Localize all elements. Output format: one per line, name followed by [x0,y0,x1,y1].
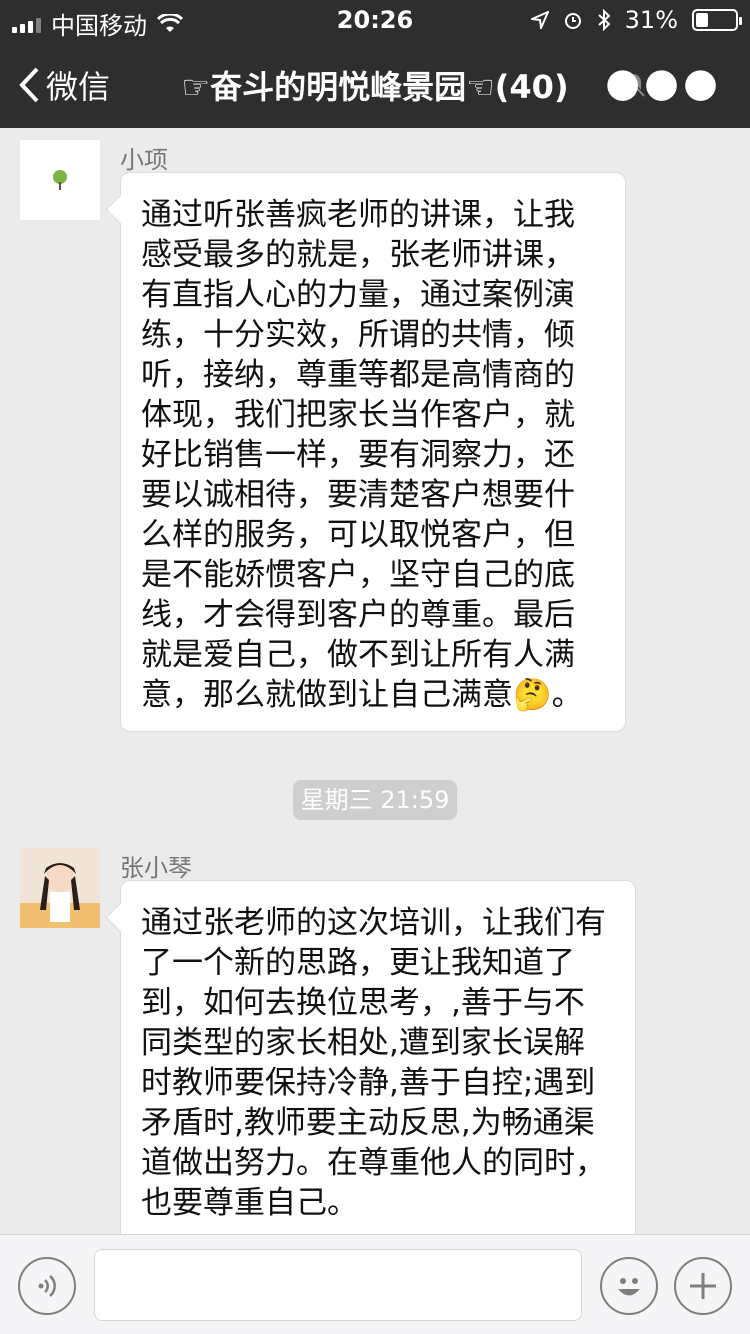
smiley-icon [618,1278,640,1296]
tree-icon [53,170,67,190]
message-input[interactable] [94,1249,582,1321]
battery-icon [692,9,742,31]
alarm-icon [564,13,581,29]
chat-area[interactable]: 小项 通过听张善疯老师的讲课，让我感受最多的就是，张老师讲课，有直指人心的力量，… [0,128,750,1234]
add-button[interactable] [674,1257,732,1315]
bluetooth-icon [597,9,611,31]
status-bar: 中国移动 20:26 31% [0,0,750,40]
location-icon [530,11,549,29]
message-bubble[interactable]: 通过张老师的这次培训，让我们有了一个新的思路，更让我知道了到，如何去换位思考，,… [120,880,636,1234]
battery-percent: 31% [624,6,678,34]
message-bubble[interactable]: 通过听张善疯老师的讲课，让我感受最多的就是，张老师讲课，有直指人心的力量，通过案… [120,172,626,732]
voice-icon [38,1275,56,1297]
avatar[interactable] [20,848,100,928]
voice-button[interactable] [18,1257,76,1315]
status-right: 31% [530,6,742,34]
sender-name: 张小琴 [120,854,192,882]
user-photo-icon [20,848,100,928]
sender-name: 小项 [120,146,168,174]
nav-bar: 微信 ☞奋斗的明悦峰景园☜(40) ●●● [0,40,750,128]
timestamp-label: 星期三 21:59 [293,780,457,820]
plus-icon [690,1273,716,1299]
emoji-button[interactable] [600,1257,658,1315]
input-bar [0,1234,750,1334]
avatar[interactable] [20,140,100,220]
more-button[interactable]: ●●● [605,60,722,106]
